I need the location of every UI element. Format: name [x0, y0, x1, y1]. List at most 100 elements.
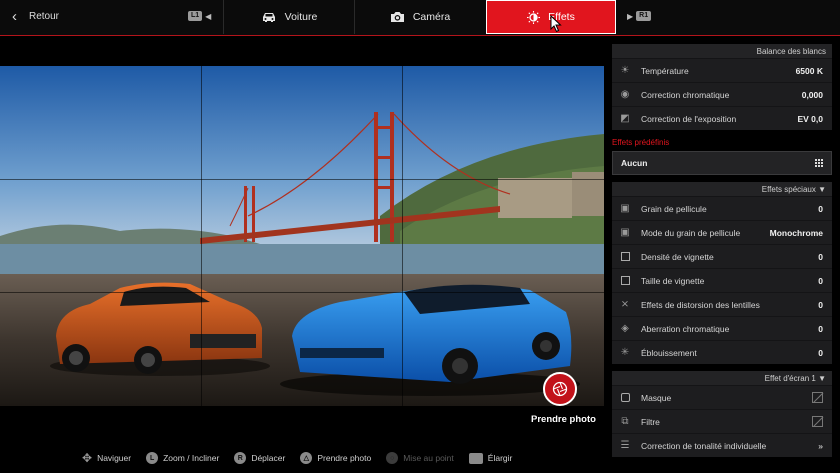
vignette-size-icon — [619, 275, 631, 287]
row-label: Aberration chromatique — [641, 323, 730, 334]
filter-row[interactable]: ⧉ Filtre — [612, 409, 832, 433]
glare-icon: ✳ — [620, 347, 630, 358]
row-value: 0 — [818, 251, 823, 262]
grid-line — [0, 292, 604, 293]
mouse-cursor-icon — [550, 15, 562, 33]
dpad-icon: ✥ — [82, 451, 93, 465]
vignette-density-icon — [619, 251, 631, 263]
grid-menu-icon — [815, 159, 823, 167]
row-label: Correction chromatique — [641, 89, 730, 100]
hint-navigate: ✥ Naviguer — [82, 451, 131, 465]
empty-slot-icon[interactable] — [812, 416, 823, 427]
row-label: Éblouissement — [641, 347, 697, 358]
row-value: 0 — [818, 275, 823, 286]
tone-icon: ☰ — [620, 440, 630, 451]
row-label: Température — [641, 65, 689, 76]
scene-image — [0, 66, 604, 406]
row-value: 0 — [818, 299, 823, 310]
triangle-button-icon: △ — [300, 452, 313, 464]
shutter-icon — [552, 381, 568, 397]
presets-value: Aucun — [621, 158, 648, 168]
film-grain-mode-row[interactable]: ▣ Mode du grain de pellicule Monochrome — [612, 220, 832, 244]
triangle-left-icon: ◀ — [205, 11, 212, 21]
row-label: Taille de vignette — [641, 275, 705, 286]
l1-hint: L1 ◀ — [188, 11, 211, 21]
vignette-size-row[interactable]: Taille de vignette 0 — [612, 268, 832, 292]
row-label: Filtre — [641, 416, 660, 427]
color-wheel-icon: ◉ — [620, 89, 630, 100]
hint-label: Zoom / Incliner — [163, 453, 220, 463]
presets-label: Effets prédéfinis — [612, 138, 670, 147]
r1-badge: R1 — [636, 11, 652, 21]
row-label: Mode du grain de pellicule — [641, 227, 741, 238]
photo-viewport[interactable] — [0, 66, 604, 406]
aberration-icon: ◈ — [621, 323, 629, 334]
film-icon: ▣ — [620, 203, 630, 214]
lens-distortion-row[interactable]: ⨯ Effets de distorsion des lentilles 0 — [612, 292, 832, 316]
filter-icon: ⧉ — [621, 416, 629, 427]
mask-icon — [619, 392, 631, 404]
row-value: 0 — [818, 323, 823, 334]
tab-camera-label: Caméra — [412, 11, 451, 23]
hint-label: Prendre photo — [317, 453, 372, 463]
hint-label: Mise au point — [403, 453, 454, 463]
row-label: Effets de distorsion des lentilles — [641, 299, 760, 310]
film-mode-icon: ▣ — [620, 227, 630, 238]
row-value: 0 — [818, 347, 823, 358]
white-balance-section: Balance des blancs ☀ Température 6500 K … — [612, 44, 832, 130]
hint-focus: ○ Mise au point — [386, 452, 454, 464]
grid-line — [402, 66, 403, 406]
hint-label: Élargir — [487, 453, 513, 463]
touchpad-icon — [468, 452, 483, 464]
hint-zoom: L Zoom / Incliner — [146, 452, 219, 464]
grid-line — [0, 179, 604, 180]
l1-badge: L1 — [188, 11, 203, 21]
row-label: Correction de tonalité individuelle — [641, 440, 767, 451]
mask-row[interactable]: Masque — [612, 385, 832, 409]
row-value: Monochrome — [769, 227, 823, 238]
special-effects-section: Effets spéciaux ▼ ▣ Grain de pellicule 0… — [612, 182, 832, 364]
row-label: Correction de l'exposition — [641, 113, 737, 124]
tab-camera[interactable]: Caméra — [355, 0, 485, 34]
take-photo-label: Prendre photo — [531, 414, 596, 425]
grid-line — [201, 66, 202, 406]
hint-expand: Élargir — [468, 452, 513, 464]
chromatic-correction-row[interactable]: ◉ Correction chromatique 0,000 — [612, 82, 832, 106]
back-label: Retour — [29, 11, 60, 22]
right-stick-icon: R — [234, 452, 247, 464]
row-value: 6500 K — [795, 65, 823, 76]
car-icon — [262, 12, 275, 22]
sun-icon: ☀ — [620, 65, 630, 76]
presets-selector[interactable]: Aucun — [612, 151, 832, 175]
section-header[interactable]: Effets spéciaux ▼ — [612, 182, 832, 196]
chevron-left-icon: ‹ — [12, 8, 17, 25]
exposure-icon: ◩ — [620, 113, 630, 124]
section-header[interactable]: Effet d'écran 1 ▼ — [612, 371, 832, 385]
empty-slot-icon[interactable] — [812, 392, 823, 403]
temperature-row[interactable]: ☀ Température 6500 K — [612, 58, 832, 82]
exposure-correction-row[interactable]: ◩ Correction de l'exposition EV 0,0 — [612, 106, 832, 130]
hint-move: R Déplacer — [234, 452, 285, 464]
row-label: Masque — [641, 392, 672, 403]
focus-icon: ○ — [386, 452, 399, 464]
take-photo-button[interactable] — [543, 372, 577, 406]
row-value: EV 0,0 — [797, 113, 823, 124]
row-label: Grain de pellicule — [641, 203, 707, 214]
chromatic-aberration-row[interactable]: ◈ Aberration chromatique 0 — [612, 316, 832, 340]
glare-row[interactable]: ✳ Éblouissement 0 — [612, 340, 832, 364]
tab-car-label: Voiture — [284, 11, 318, 23]
tone-correction-row[interactable]: ☰ Correction de tonalité individuelle » — [612, 433, 832, 457]
row-value: 0 — [818, 203, 823, 214]
film-grain-row[interactable]: ▣ Grain de pellicule 0 — [612, 196, 832, 220]
hint-take-photo: △ Prendre photo — [300, 452, 371, 464]
brightness-icon — [527, 10, 541, 24]
control-hints: ✥ Naviguer L Zoom / Incliner R Déplacer … — [82, 451, 512, 465]
distortion-icon: ⨯ — [620, 299, 630, 310]
left-stick-icon: L — [146, 452, 159, 464]
vignette-density-row[interactable]: Densité de vignette 0 — [612, 244, 832, 268]
row-label: Densité de vignette — [641, 251, 714, 262]
hint-label: Déplacer — [251, 453, 286, 463]
tab-car[interactable]: Voiture — [224, 0, 354, 34]
back-button[interactable]: ‹ Retour — [12, 9, 59, 24]
row-value: 0,000 — [801, 89, 823, 100]
